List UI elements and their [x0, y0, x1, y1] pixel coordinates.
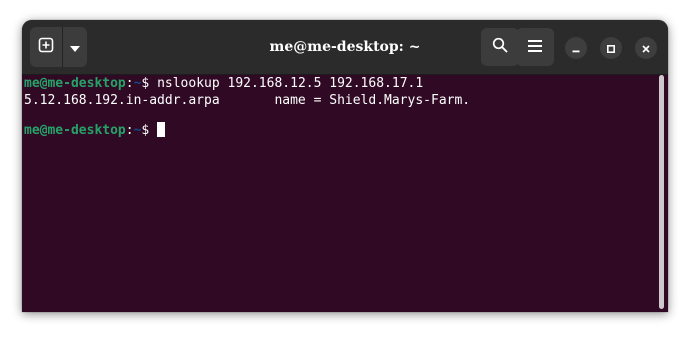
- terminal-area[interactable]: me@me-desktop:~$ nslookup 192.168.12.5 1…: [22, 75, 668, 312]
- prompt-separator: :: [125, 76, 134, 91]
- close-button[interactable]: [635, 37, 657, 59]
- maximize-button[interactable]: [600, 37, 622, 59]
- terminal-window: me@me-desktop: ~ me@me-desktop:~$ nslook…: [22, 20, 668, 312]
- plus-square-icon: [38, 37, 54, 57]
- prompt-separator: :: [125, 123, 134, 138]
- text-cursor: [157, 122, 166, 137]
- prompt-symbol: $: [141, 76, 158, 91]
- prompt-user: me@me-desktop: [24, 76, 126, 91]
- new-tab-button-group: [30, 27, 87, 67]
- minimize-button[interactable]: [565, 37, 587, 59]
- terminal-output-line: 5.12.168.192.in-addr.arpa name = Shield.…: [24, 93, 471, 108]
- minimize-icon: [571, 39, 581, 58]
- search-icon: [492, 37, 508, 57]
- terminal-line: me@me-desktop:~$ nslookup 192.168.12.5 1…: [24, 75, 423, 92]
- prompt-symbol: $: [141, 123, 158, 138]
- maximize-icon: [606, 39, 616, 58]
- hamburger-menu-icon: [527, 38, 543, 57]
- prompt-user: me@me-desktop: [24, 123, 126, 138]
- main-menu-button[interactable]: [516, 28, 554, 66]
- search-button[interactable]: [481, 28, 519, 66]
- close-icon: [641, 39, 651, 58]
- chevron-down-icon: [69, 38, 81, 57]
- new-tab-button[interactable]: [30, 27, 63, 67]
- headerbar: me@me-desktop: ~: [22, 20, 668, 75]
- terminal-line: me@me-desktop:~$: [24, 122, 166, 139]
- vertical-scrollbar[interactable]: [659, 75, 664, 309]
- new-tab-dropdown-button[interactable]: [63, 27, 87, 67]
- command-text: nslookup 192.168.12.5 192.168.17.1: [157, 76, 424, 91]
